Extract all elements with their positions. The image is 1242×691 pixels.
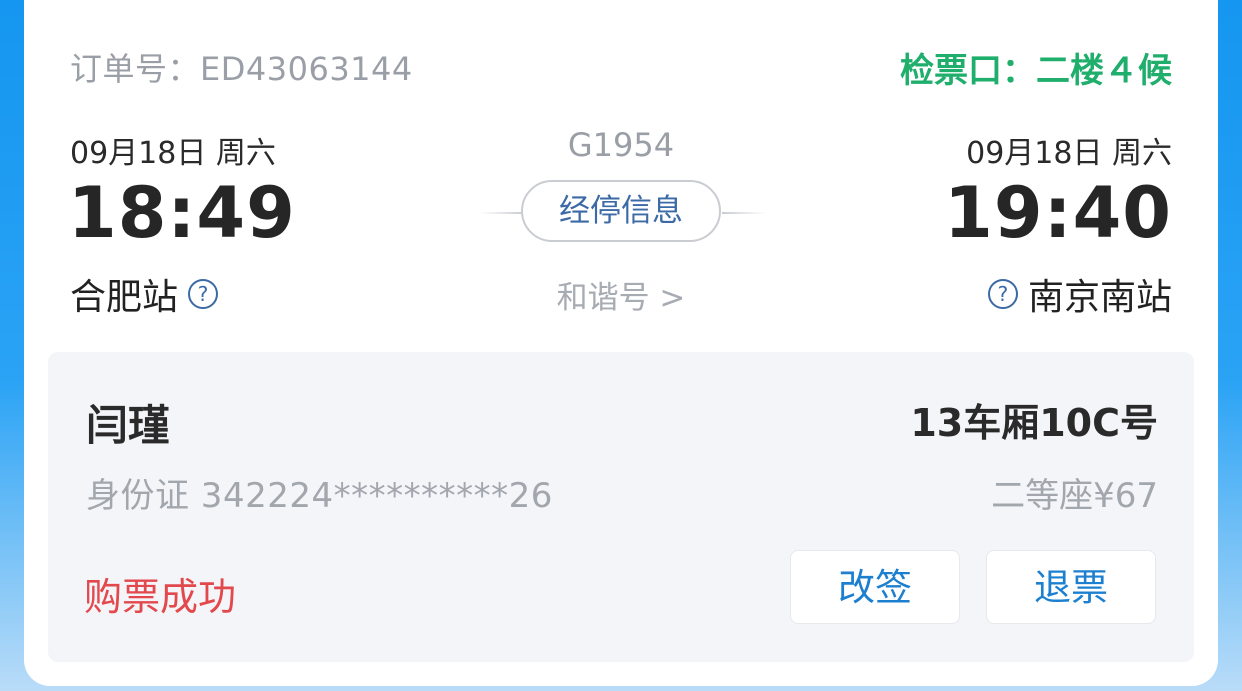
change-ticket-button[interactable]: 改签 (790, 550, 960, 624)
arrival-station[interactable]: ? 南京南站 (987, 268, 1172, 320)
passenger-panel: 闫瑾 13车厢10C号 身份证 342224**********26 二等座¥6… (48, 352, 1194, 662)
route-line-right (722, 212, 766, 214)
help-icon[interactable]: ? (987, 279, 1018, 309)
ticket-card: 订单号：ED43063144 检票口：二楼４候 09月18日 周六 18:49 … (24, 0, 1218, 686)
arrival-station-name: 南京南站 (1027, 277, 1172, 318)
ticket-gate: 检票口：二楼４候 (900, 51, 1172, 91)
stops-info-button[interactable]: 经停信息 (521, 180, 721, 242)
order-status: 购票成功 (84, 575, 237, 619)
order-no: ED43063144 (200, 50, 413, 88)
seat-class-fare: 二等座¥67 (991, 476, 1158, 516)
order-label: 订单号： (70, 50, 201, 88)
arrival-date: 09月18日 周六 (966, 136, 1172, 171)
departure-time: 18:49 (68, 172, 296, 254)
arrival-time: 19:40 (944, 172, 1172, 254)
route-line-left (480, 212, 524, 214)
order-number: 订单号：ED43063144 (70, 44, 413, 90)
id-card: 身份证 342224**********26 (86, 476, 553, 516)
seat-info: 13车厢10C号 (910, 401, 1158, 445)
refund-button[interactable]: 退票 (986, 550, 1156, 624)
passenger-name: 闫瑾 (86, 401, 171, 450)
